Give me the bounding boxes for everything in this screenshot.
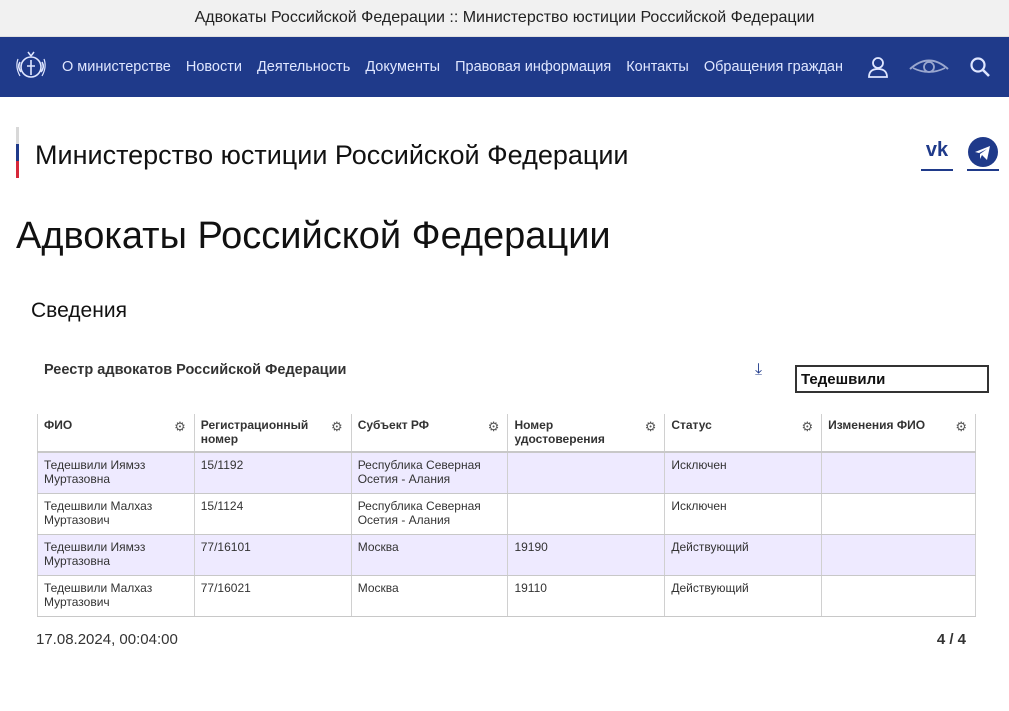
pagination: 4 / 4 [936,631,966,648]
user-icon[interactable] [867,56,889,78]
cell-fio: Тедешвили Малхаз Муртазович [37,493,195,535]
cell-status: Исключен [664,452,823,494]
gear-icon[interactable]: ⚙ [801,420,813,434]
table-row[interactable]: Тедешвили Иямэз Муртазовна 77/16101 Моск… [37,534,976,576]
nav-item-documents[interactable]: Документы [365,59,440,75]
registry-table: ФИО ⚙ Регистрационный номер ⚙ Субъект РФ ⚙ … [37,414,976,617]
cell-region: Республика Северная Осетия - Алания [351,493,509,535]
section-title: Сведения [31,299,127,322]
search-icon[interactable] [969,56,991,78]
nav-item-news[interactable]: Новости [186,59,242,75]
cell-reg-number: 77/16101 [194,534,352,576]
cell-fio: Тедешвили Малхаз Муртазович [37,575,195,617]
cell-fio: Тедешвили Иямэз Муртазовна [37,452,195,494]
table-row[interactable]: Тедешвили Малхаз Муртазович 15/1124 Респ… [37,493,976,535]
nav-item-appeals[interactable]: Обращения граждан [704,59,843,75]
nav-item-activity[interactable]: Деятельность [257,59,350,75]
cell-reg-number: 15/1192 [194,452,352,494]
top-navigation: О министерстве Новости Деятельность Доку… [0,37,1009,97]
svg-text:vk: vk [926,139,949,161]
cell-reg-number: 77/16021 [194,575,352,617]
column-header-region[interactable]: Субъект РФ ⚙ [351,414,509,453]
telegram-icon[interactable] [967,137,999,171]
cell-certificate [507,493,666,535]
cell-name-changes [821,534,976,576]
cell-fio: Тедешвили Иямэз Муртазовна [37,534,195,576]
ministry-emblem-icon[interactable] [14,50,48,84]
registry-title: Реестр адвокатов Российской Федерации [44,362,347,378]
flag-stripe [16,127,19,178]
gear-icon[interactable]: ⚙ [488,420,500,434]
cell-region: Москва [351,575,509,617]
cell-name-changes [821,493,976,535]
cell-status: Исключен [664,493,823,535]
site-title[interactable]: Министерство юстиции Российской Федераци… [35,140,629,171]
main-menu: О министерстве Новости Деятельность Доку… [62,59,867,75]
column-header-certificate[interactable]: Номер удостоверения ⚙ [507,414,666,453]
cell-name-changes [821,575,976,617]
cell-reg-number: 15/1124 [194,493,352,535]
cell-status: Действующий [664,575,823,617]
vk-icon[interactable]: vk [921,137,953,171]
table-row[interactable]: Тедешвили Малхаз Муртазович 77/16021 Мос… [37,575,976,617]
cell-region: Москва [351,534,509,576]
gear-icon[interactable]: ⚙ [645,420,657,434]
social-links: vk [921,137,999,171]
data-timestamp: 17.08.2024, 00:04:00 [36,631,178,648]
download-icon[interactable]: ⤓ [755,361,762,379]
gear-icon[interactable]: ⚙ [331,420,343,434]
nav-item-legal-info[interactable]: Правовая информация [455,59,611,75]
cell-certificate [507,452,666,494]
nav-item-about[interactable]: О министерстве [62,59,171,75]
search-input[interactable] [795,365,989,393]
cell-status: Действующий [664,534,823,576]
browser-tab-title: Адвокаты Российской Федерации :: Министе… [0,0,1009,37]
page-title: Адвокаты Российской Федерации [16,215,611,257]
nav-tools [867,56,991,78]
cell-name-changes [821,452,976,494]
column-header-fio[interactable]: ФИО ⚙ [37,414,195,453]
site-header: Министерство юстиции Российской Федераци… [0,97,1009,215]
cell-certificate: 19110 [507,575,666,617]
nav-item-contacts[interactable]: Контакты [626,59,689,75]
column-header-name-changes[interactable]: Изменения ФИО ⚙ [821,414,976,453]
gear-icon[interactable]: ⚙ [955,420,967,434]
table-header-row: ФИО ⚙ Регистрационный номер ⚙ Субъект РФ ⚙ … [37,414,976,453]
cell-region: Республика Северная Осетия - Алания [351,452,509,494]
column-header-reg-number[interactable]: Регистрационный номер ⚙ [194,414,352,453]
column-header-status[interactable]: Статус ⚙ [664,414,823,453]
gear-icon[interactable]: ⚙ [174,420,186,434]
cell-certificate: 19190 [507,534,666,576]
table-row[interactable]: Тедешвили Иямэз Муртазовна 15/1192 Респу… [37,452,976,494]
eye-icon[interactable] [909,56,949,78]
